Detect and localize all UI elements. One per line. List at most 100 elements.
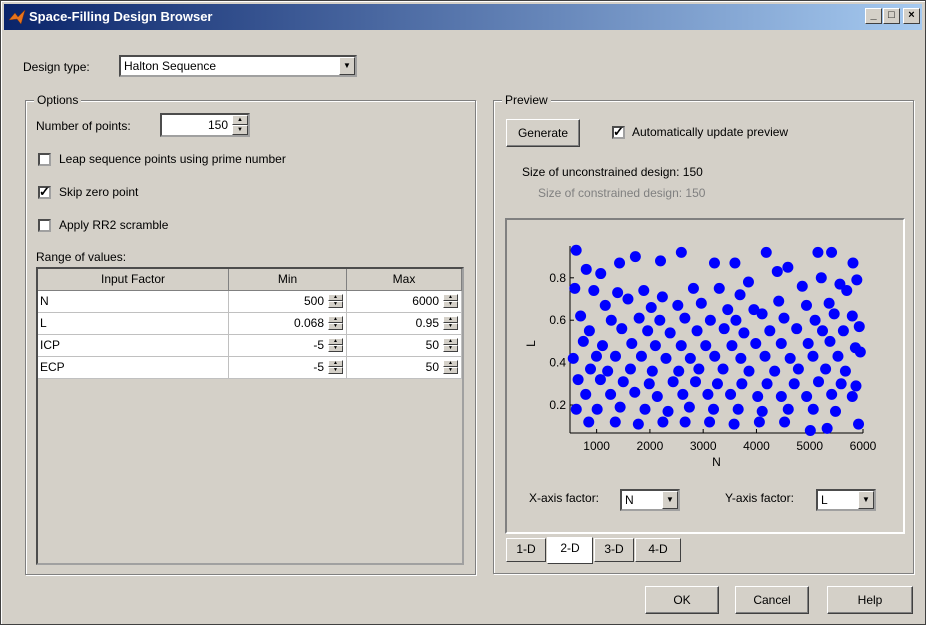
table-row[interactable]: ECP xyxy=(38,357,229,379)
data-point xyxy=(826,246,838,258)
spin-up-icon[interactable]: ▲ xyxy=(328,338,343,345)
column-header-input-factor[interactable]: Input Factor xyxy=(38,269,229,291)
spin-down-icon[interactable]: ▼ xyxy=(443,345,458,352)
data-point xyxy=(773,295,785,307)
skip-zero-checkbox[interactable]: ✓ xyxy=(38,184,51,199)
spin-up-icon[interactable]: ▲ xyxy=(443,338,458,345)
help-button[interactable]: Help xyxy=(827,586,913,614)
options-legend: Options xyxy=(34,93,82,107)
cancel-button[interactable]: Cancel xyxy=(735,586,809,614)
generate-button[interactable]: Generate xyxy=(506,119,580,147)
column-header-min[interactable]: Min xyxy=(229,269,347,291)
min-cell[interactable]: 500 ▲ ▼ xyxy=(229,291,347,313)
spin-up-icon[interactable]: ▲ xyxy=(328,294,343,301)
spin-up-icon[interactable]: ▲ xyxy=(443,316,458,323)
x-axis-factor-label: X-axis factor: xyxy=(529,491,600,505)
data-point xyxy=(614,257,626,269)
data-point xyxy=(617,376,629,388)
max-cell[interactable]: 0.95 ▲ ▼ xyxy=(347,313,462,335)
data-point xyxy=(846,391,858,403)
tab-1d[interactable]: 1-D xyxy=(506,538,546,562)
data-point xyxy=(675,246,687,258)
data-point xyxy=(639,403,651,415)
spin-up-icon[interactable]: ▲ xyxy=(443,294,458,301)
data-point xyxy=(672,299,684,311)
data-point xyxy=(679,416,691,428)
data-point xyxy=(807,350,819,362)
x-axis-factor-dropdown[interactable]: N ▼ xyxy=(620,489,680,511)
data-point xyxy=(713,282,725,294)
leap-sequence-label: Leap sequence points using prime number xyxy=(59,152,286,166)
ok-button[interactable]: OK xyxy=(645,586,719,614)
number-of-points-spinner[interactable]: 150 ▲ ▼ xyxy=(160,113,250,137)
data-point xyxy=(657,416,669,428)
data-point xyxy=(823,297,835,309)
data-point xyxy=(815,272,827,284)
data-point xyxy=(830,405,842,417)
column-header-max[interactable]: Max xyxy=(347,269,462,291)
spin-down-icon[interactable]: ▼ xyxy=(328,345,343,352)
data-point xyxy=(655,255,667,267)
data-point xyxy=(683,401,695,413)
data-point xyxy=(796,280,808,292)
maximize-button[interactable]: □ xyxy=(883,8,900,24)
data-point xyxy=(841,285,853,297)
data-point xyxy=(853,321,865,333)
data-point xyxy=(702,388,714,400)
max-cell[interactable]: 50 ▲ ▼ xyxy=(347,335,462,357)
tab-4d[interactable]: 4-D xyxy=(635,538,681,562)
max-cell[interactable]: 6000 ▲ ▼ xyxy=(347,291,462,313)
data-point xyxy=(662,405,674,417)
spin-up-icon[interactable]: ▲ xyxy=(232,115,248,125)
min-cell[interactable]: -5 ▲ ▼ xyxy=(229,335,347,357)
data-point xyxy=(788,378,800,390)
tab-3d[interactable]: 3-D xyxy=(594,538,634,562)
check-icon: ✓ xyxy=(39,184,50,199)
spin-up-icon[interactable]: ▲ xyxy=(443,360,458,367)
factor-cell: ICP xyxy=(40,338,61,352)
data-point xyxy=(635,350,647,362)
data-point xyxy=(738,327,750,339)
data-point xyxy=(753,416,765,428)
table-row[interactable]: N xyxy=(38,291,229,313)
data-point xyxy=(679,312,691,324)
data-point xyxy=(594,374,606,386)
spin-down-icon[interactable]: ▼ xyxy=(443,367,458,374)
spin-up-icon[interactable]: ▲ xyxy=(328,316,343,323)
data-point xyxy=(629,386,641,398)
design-type-value: Halton Sequence xyxy=(124,59,217,73)
data-point xyxy=(570,403,582,415)
min-cell[interactable]: -5 ▲ ▼ xyxy=(229,357,347,379)
data-point xyxy=(752,391,764,403)
rr2-scramble-checkbox[interactable] xyxy=(38,219,51,232)
data-point xyxy=(729,257,741,269)
y-axis-factor-dropdown[interactable]: L ▼ xyxy=(816,489,876,511)
preview-legend: Preview xyxy=(502,93,551,107)
tab-2d[interactable]: 2-D xyxy=(547,537,593,564)
data-point xyxy=(654,314,666,326)
max-cell[interactable]: 50 ▲ ▼ xyxy=(347,357,462,379)
design-type-dropdown[interactable]: Halton Sequence ▼ xyxy=(119,55,357,77)
min-cell[interactable]: 0.068 ▲ ▼ xyxy=(229,313,347,335)
data-point xyxy=(684,352,696,364)
spin-up-icon[interactable]: ▲ xyxy=(328,360,343,367)
spin-down-icon[interactable]: ▼ xyxy=(328,323,343,330)
data-point xyxy=(693,363,705,375)
leap-sequence-checkbox[interactable] xyxy=(38,153,51,166)
spin-down-icon[interactable]: ▼ xyxy=(443,301,458,308)
spin-down-icon[interactable]: ▼ xyxy=(328,367,343,374)
auto-update-checkbox[interactable]: ✓ xyxy=(612,124,625,139)
spin-down-icon[interactable]: ▼ xyxy=(443,323,458,330)
table-row[interactable]: ICP xyxy=(38,335,229,357)
data-point xyxy=(675,340,687,352)
minimize-button[interactable]: _ xyxy=(865,8,882,24)
close-button[interactable]: × xyxy=(903,8,920,24)
table-row[interactable]: L xyxy=(38,313,229,335)
data-point xyxy=(632,418,644,430)
spin-down-icon[interactable]: ▼ xyxy=(328,301,343,308)
spin-down-icon[interactable]: ▼ xyxy=(232,125,248,135)
scatter-plot[interactable]: 1000 2000 3000 4000 5000 6000 0.2 0.4 0.6 0.8 N L xyxy=(507,220,903,532)
data-point xyxy=(835,378,847,390)
data-point xyxy=(761,378,773,390)
range-of-values-label: Range of values: xyxy=(36,250,127,264)
